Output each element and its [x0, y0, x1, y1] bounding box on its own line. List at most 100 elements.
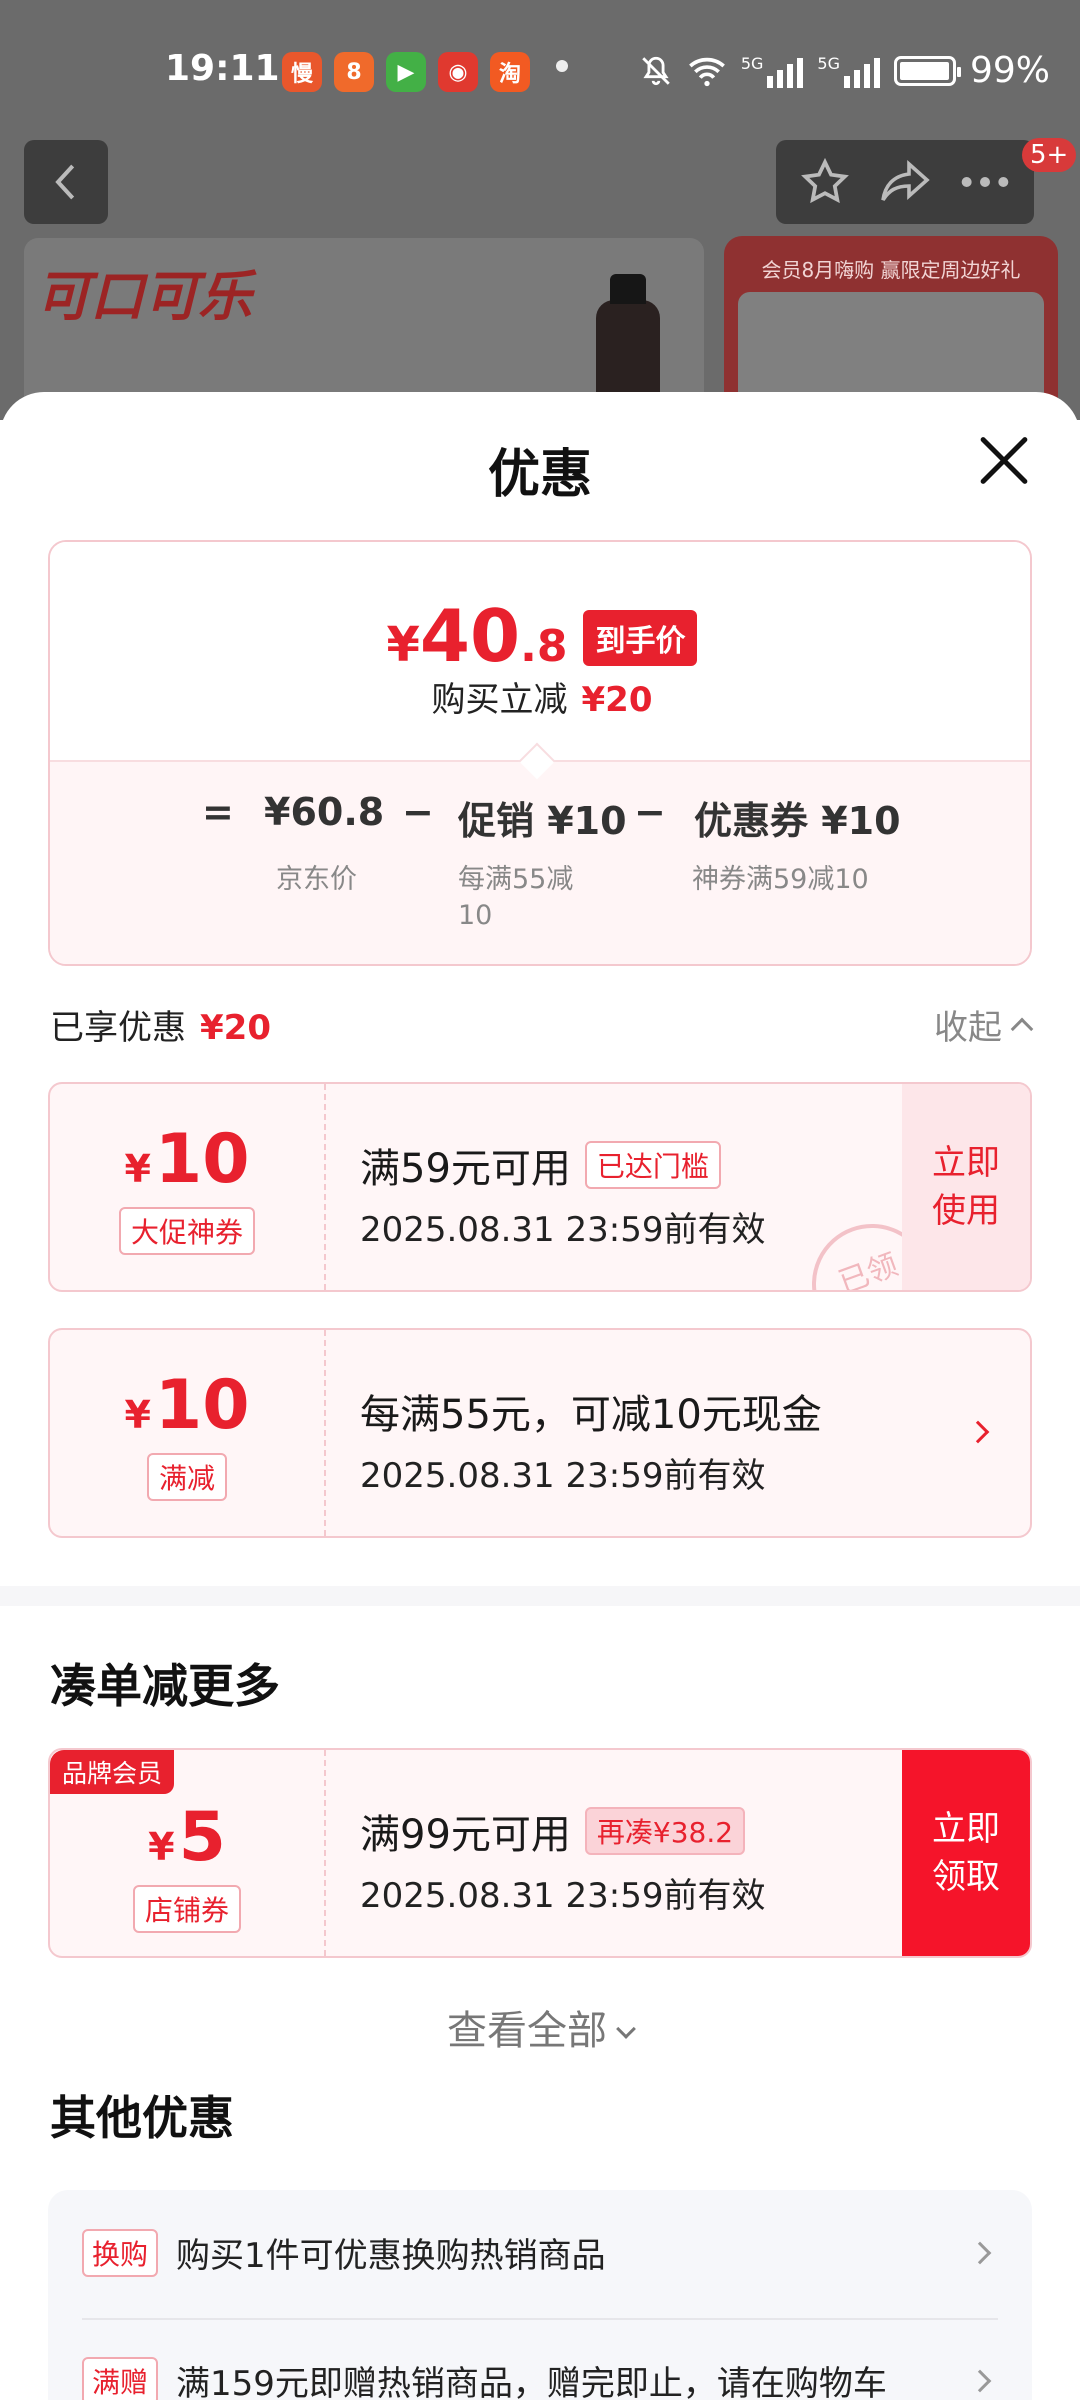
- view-all-button[interactable]: 查看全部: [0, 1998, 1080, 2056]
- back-button[interactable]: [24, 140, 108, 224]
- coupon-currency: ¥: [148, 1824, 175, 1869]
- coupon-amount: ¥ 10: [124, 1120, 249, 1199]
- coupon-value: 5: [178, 1797, 226, 1877]
- other-discount-text: 满159元即赠热销商品，赠完即止，请在购物车: [176, 2364, 887, 2400]
- more-discount-title: 凑单减更多: [50, 1659, 280, 1713]
- coupon-currency: ¥: [124, 1146, 151, 1191]
- formula-equals: =: [202, 790, 234, 834]
- formula-promotion: 促销 ¥10: [458, 799, 627, 843]
- mute-icon: [642, 56, 670, 85]
- list-divider: [82, 2318, 998, 2320]
- coupon-card-store: 品牌会员 ¥ 5 店铺券 满99元可用 再凑¥38.2 2025.08.31 2…: [48, 1748, 1032, 1958]
- coupon-expiry: 2025.08.31 23:59前有效: [360, 1876, 766, 1916]
- promo-text: 会员8月嗨购 赢限定周边好礼: [761, 258, 1021, 282]
- coupon-details: 每满55元，可减10元现金 2025.08.31 23:59前有效: [360, 1382, 822, 1497]
- coupon-type-tag: 店铺券: [132, 1884, 241, 1933]
- close-icon[interactable]: [976, 432, 1032, 488]
- status-time: 19:11: [165, 48, 280, 89]
- wifi-icon: [688, 57, 725, 86]
- enjoyed-discount: 已享优惠 ¥20: [50, 1000, 271, 1049]
- sheet-title: 优惠: [487, 445, 592, 505]
- other-discount-tag: 换购: [82, 2228, 159, 2277]
- header-actions: [776, 140, 1034, 224]
- coupon-amount: ¥ 5: [148, 1798, 226, 1877]
- view-all-label: 查看全部: [447, 2008, 607, 2054]
- formula-promotion-label-2: 10: [458, 900, 493, 931]
- battery-icon: [893, 55, 961, 86]
- discount-sheet: 优惠 ¥ 40 .8 到手价 购买立减 ¥20 = ¥60.8 − 促销 ¥10 …: [0, 392, 1080, 2400]
- other-discount-item[interactable]: 换购 购买1件可优惠换购热销商品: [82, 2228, 998, 2277]
- enjoyed-value: ¥20: [200, 1008, 271, 1048]
- coupon-expiry: 2025.08.31 23:59前有效: [360, 1210, 766, 1250]
- purchase-reduction: 购买立减 ¥20: [50, 672, 1030, 721]
- chevron-right-icon: [968, 2241, 992, 2264]
- shopping-app-icon: ◉: [438, 52, 478, 92]
- coupon-amount: ¥ 10: [124, 1366, 249, 1445]
- coupon-amount-section: ¥ 5 店铺券: [50, 1750, 326, 1956]
- other-discount-list: 换购 购买1件可优惠换购热销商品 满赠 满159元即赠热销商品，赠完即止，请在购…: [48, 2190, 1032, 2400]
- share-icon[interactable]: [879, 157, 931, 207]
- more-dots-icon[interactable]: [960, 172, 1010, 192]
- chevron-left-icon: [55, 164, 75, 200]
- message-badge: 5+: [1022, 138, 1077, 172]
- battery-percent: 99%: [969, 50, 1050, 91]
- coupon-amount-section: ¥ 10 满减: [50, 1330, 326, 1536]
- price-decimal: .8: [520, 621, 568, 672]
- remaining-amount-badge: 再凑¥38.2: [584, 1807, 746, 1855]
- signal-5g-icon-1: 5G: [741, 54, 804, 88]
- taobao-app-icon: 淘: [490, 52, 530, 92]
- formula-coupon: 优惠券 ¥10: [694, 799, 901, 843]
- formula-jd-price-label: 京东价: [276, 864, 357, 895]
- price-formula-section: = ¥60.8 − 促销 ¥10 − 优惠券 ¥10 京东价 每满55减 10 …: [50, 760, 1030, 964]
- manbo-app-icon: 慢: [282, 52, 322, 92]
- coupon-card-full-reduction[interactable]: ¥ 10 满减 每满55元，可减10元现金 2025.08.31 23:59前有…: [48, 1328, 1032, 1538]
- background-page: 19:11 慢 8 ▶ ◉ 淘 5G 5G 99% 5+ 可口可乐 会员8月嗨购…: [0, 0, 1080, 420]
- enjoyed-label: 已享优惠: [50, 1008, 186, 1048]
- status-bar: 19:11 慢 8 ▶ ◉ 淘 5G 5G 99%: [0, 0, 1080, 140]
- claim-now-label-2: 领取: [932, 1857, 1000, 1897]
- brand-logo: 可口可乐: [36, 264, 252, 328]
- section-divider: [0, 1586, 1080, 1606]
- coupon-amount-section: ¥ 10 大促神券: [50, 1084, 326, 1290]
- meituan-app-icon: 8: [334, 52, 374, 92]
- collapse-button[interactable]: 收起: [934, 1000, 1034, 1049]
- final-price: ¥ 40 .8 到手价: [50, 594, 1030, 678]
- coupon-type-tag: 满减: [146, 1452, 227, 1501]
- claim-now-button[interactable]: 立即 领取: [902, 1750, 1030, 1956]
- reduction-value: ¥20: [581, 680, 653, 720]
- collapse-label: 收起: [934, 1008, 1002, 1048]
- claim-now-label-1: 立即: [932, 1809, 1000, 1849]
- signal-5g-icon-2: 5G: [817, 54, 880, 88]
- coupon-card-promo: ¥ 10 大促神券 满59元可用 已达门槛 2025.08.31 23:59前有…: [48, 1082, 1032, 1292]
- coupon-condition: 满99元可用: [360, 1812, 571, 1858]
- other-discount-item[interactable]: 满赠 满159元即赠热销商品，赠完即止，请在购物车: [82, 2356, 998, 2400]
- other-discount-text: 购买1件可优惠换购热销商品: [176, 2236, 606, 2276]
- price-integer: 40: [419, 594, 521, 678]
- favorite-star-icon[interactable]: [800, 157, 850, 207]
- coupon-type-tag: 大促神券: [118, 1206, 255, 1255]
- use-now-label-2: 使用: [932, 1191, 1000, 1231]
- formula-promotion-label-1: 每满55减: [458, 864, 574, 895]
- chevron-right-icon: [966, 1420, 990, 1444]
- coupon-details: 满99元可用 再凑¥38.2 2025.08.31 23:59前有效: [360, 1802, 765, 1917]
- final-price-tag: 到手价: [583, 610, 698, 666]
- coupon-currency: ¥: [124, 1392, 151, 1437]
- formula-minus-2: −: [634, 790, 666, 834]
- coupon-details: 满59元可用 已达门槛 2025.08.31 23:59前有效: [360, 1136, 765, 1251]
- coupon-value: 10: [154, 1119, 250, 1199]
- use-now-label-1: 立即: [932, 1143, 1000, 1183]
- coupon-condition: 每满55元，可减10元现金: [360, 1392, 822, 1438]
- currency-symbol: ¥: [386, 617, 420, 673]
- coupon-condition: 满59元可用: [360, 1146, 571, 1192]
- formula-jd-price: ¥60.8: [264, 790, 385, 834]
- more-notifications-dot: [556, 60, 568, 72]
- chevron-up-icon: [1010, 1017, 1034, 1040]
- video-app-icon: ▶: [386, 52, 426, 92]
- use-now-button[interactable]: 立即 使用: [902, 1084, 1030, 1290]
- price-summary-box: ¥ 40 .8 到手价 购买立减 ¥20 = ¥60.8 − 促销 ¥10 − 优…: [48, 540, 1032, 966]
- notification-apps: 慢 8 ▶ ◉ 淘: [282, 52, 530, 92]
- other-discount-title: 其他优惠: [50, 2091, 234, 2145]
- other-discount-tag: 满赠: [82, 2356, 159, 2400]
- reduction-label: 购买立减: [431, 680, 568, 720]
- coupon-expiry: 2025.08.31 23:59前有效: [360, 1456, 766, 1496]
